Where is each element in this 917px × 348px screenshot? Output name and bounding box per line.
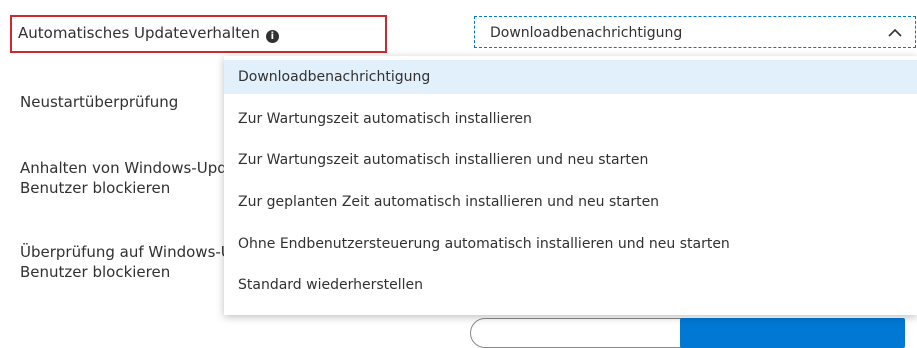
dropdown-option-download-notify[interactable]: Downloadbenachrichtigung: [224, 60, 917, 94]
update-behavior-select[interactable]: Downloadbenachrichtigung: [474, 16, 916, 48]
dropdown-option-scheduled-install-restart[interactable]: Zur geplanten Zeit automatisch installie…: [224, 185, 917, 219]
info-icon[interactable]: i: [265, 30, 279, 43]
update-behavior-label: Automatisches Updateverhalten i: [18, 23, 279, 43]
dropdown-option-maintenance-install-restart[interactable]: Zur Wartungszeit automatisch installiere…: [224, 143, 917, 177]
chevron-up-icon[interactable]: [883, 21, 907, 45]
pause-updates-label-line2: Benutzer blockieren: [20, 179, 171, 197]
dropdown-option-no-user-control[interactable]: Ohne Endbenutzersteuerung automatisch in…: [224, 227, 917, 261]
bottom-partial-field[interactable]: [470, 318, 710, 348]
update-behavior-label-text: Automatisches Updateverhalten: [18, 24, 260, 42]
restart-check-label: Neustartüberprüfung: [20, 93, 179, 111]
check-updates-label-line2: Benutzer blockieren: [20, 263, 171, 281]
update-behavior-dropdown: Downloadbenachrichtigung Zur Wartungszei…: [224, 56, 917, 315]
dropdown-option-restore-default[interactable]: Standard wiederherstellen: [224, 268, 917, 302]
select-current-value: Downloadbenachrichtigung: [490, 25, 683, 41]
bottom-partial-button[interactable]: [680, 318, 905, 348]
dropdown-option-maintenance-install[interactable]: Zur Wartungszeit automatisch installiere…: [224, 102, 917, 136]
